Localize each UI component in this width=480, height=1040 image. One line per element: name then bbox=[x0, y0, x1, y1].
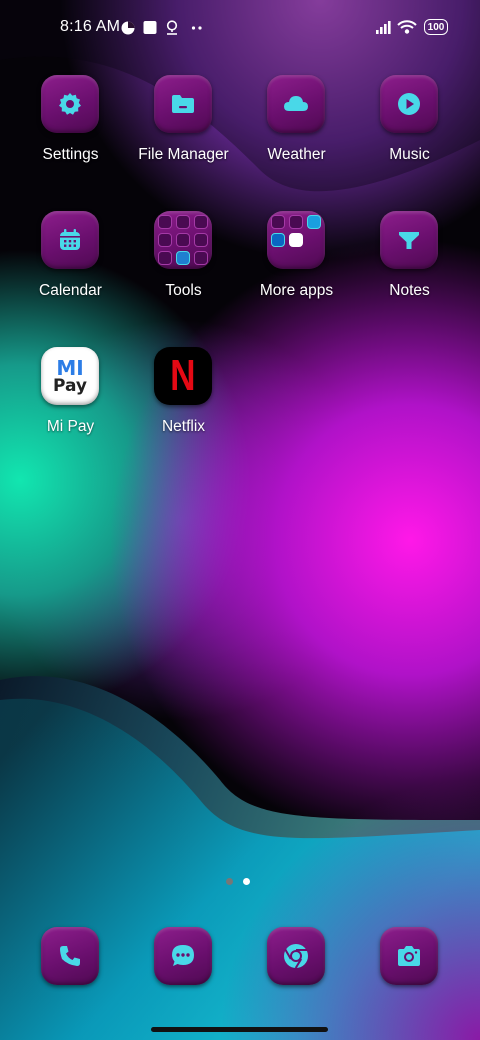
mi-pay-logo-top: MI bbox=[56, 355, 84, 380]
app-label: Mi Pay bbox=[46, 418, 95, 435]
location-pin-icon bbox=[166, 20, 178, 35]
mini-app-icon bbox=[271, 215, 285, 229]
mini-app-icon bbox=[194, 251, 208, 265]
page-indicator bbox=[226, 878, 250, 885]
mini-app-icon bbox=[176, 233, 190, 247]
pie-status-icon bbox=[121, 21, 135, 35]
folder-more-apps[interactable]: More apps bbox=[240, 211, 353, 331]
app-label: Netflix bbox=[161, 418, 206, 435]
mini-app-icon bbox=[289, 233, 303, 247]
app-settings[interactable]: Settings bbox=[14, 75, 127, 195]
square-status-icon bbox=[143, 21, 157, 34]
app-label: Tools bbox=[165, 282, 202, 299]
home-gesture-bar[interactable] bbox=[151, 1027, 328, 1032]
dock-phone[interactable] bbox=[41, 927, 99, 985]
app-label: Weather bbox=[267, 146, 326, 163]
empty-slot bbox=[289, 251, 303, 265]
dock-messages[interactable] bbox=[154, 927, 212, 985]
app-label: Notes bbox=[389, 282, 430, 299]
funnel-icon bbox=[380, 211, 438, 269]
play-icon bbox=[380, 75, 438, 133]
camera-icon bbox=[380, 927, 438, 985]
folder-icon bbox=[154, 75, 212, 133]
app-label: More apps bbox=[259, 282, 334, 299]
app-calendar[interactable]: Calendar bbox=[14, 211, 127, 331]
app-file-manager[interactable]: File Manager bbox=[127, 75, 240, 195]
netflix-logo: N bbox=[154, 347, 212, 405]
calendar-icon bbox=[41, 211, 99, 269]
app-label: Settings bbox=[42, 146, 99, 163]
mini-app-icon bbox=[158, 233, 172, 247]
mini-app-icon bbox=[176, 251, 190, 265]
mini-app-icon bbox=[307, 215, 321, 229]
mini-app-icon bbox=[271, 233, 285, 247]
app-label: Music bbox=[389, 146, 430, 163]
folder-grid-icon bbox=[154, 211, 212, 269]
mi-pay-logo-bottom: Pay bbox=[52, 375, 88, 396]
empty-slot bbox=[307, 251, 321, 265]
folder-grid-icon bbox=[267, 211, 325, 269]
app-mi-pay[interactable]: MI Pay Mi Pay bbox=[14, 347, 127, 467]
mini-app-icon bbox=[289, 215, 303, 229]
mini-app-icon bbox=[194, 215, 208, 229]
signal-icon bbox=[376, 21, 391, 34]
app-music[interactable]: Music bbox=[353, 75, 466, 195]
mini-app-icon bbox=[158, 215, 172, 229]
app-netflix[interactable]: N Netflix bbox=[127, 347, 240, 467]
battery-level: 100 bbox=[427, 21, 445, 33]
more-dots-icon bbox=[191, 26, 202, 30]
dock-camera[interactable] bbox=[380, 927, 438, 985]
empty-slot bbox=[307, 233, 321, 247]
app-label: File Manager bbox=[138, 146, 229, 163]
netflix-logo-letter: N bbox=[170, 351, 196, 400]
app-notes[interactable]: Notes bbox=[353, 211, 466, 331]
page-dot-active[interactable] bbox=[243, 878, 250, 885]
mini-app-icon bbox=[176, 215, 190, 229]
status-time: 8:16 AM bbox=[60, 18, 121, 35]
folder-tools[interactable]: Tools bbox=[127, 211, 240, 331]
status-bar: 8:16 AM 100 bbox=[0, 0, 480, 56]
mini-app-icon bbox=[158, 251, 172, 265]
mini-app-icon bbox=[194, 233, 208, 247]
app-weather[interactable]: Weather bbox=[240, 75, 353, 195]
cloud-icon bbox=[267, 75, 325, 133]
battery-indicator: 100 bbox=[424, 19, 448, 35]
empty-slot bbox=[271, 251, 285, 265]
page-dot[interactable] bbox=[226, 878, 233, 885]
mi-pay-logo: MI Pay bbox=[41, 347, 99, 405]
app-label: Calendar bbox=[39, 282, 102, 299]
phone-icon bbox=[41, 927, 99, 985]
chat-bubble-icon bbox=[154, 927, 212, 985]
dock-chrome[interactable] bbox=[267, 927, 325, 985]
gear-icon bbox=[41, 75, 99, 133]
wifi-icon bbox=[397, 20, 417, 34]
chrome-icon bbox=[267, 927, 325, 985]
